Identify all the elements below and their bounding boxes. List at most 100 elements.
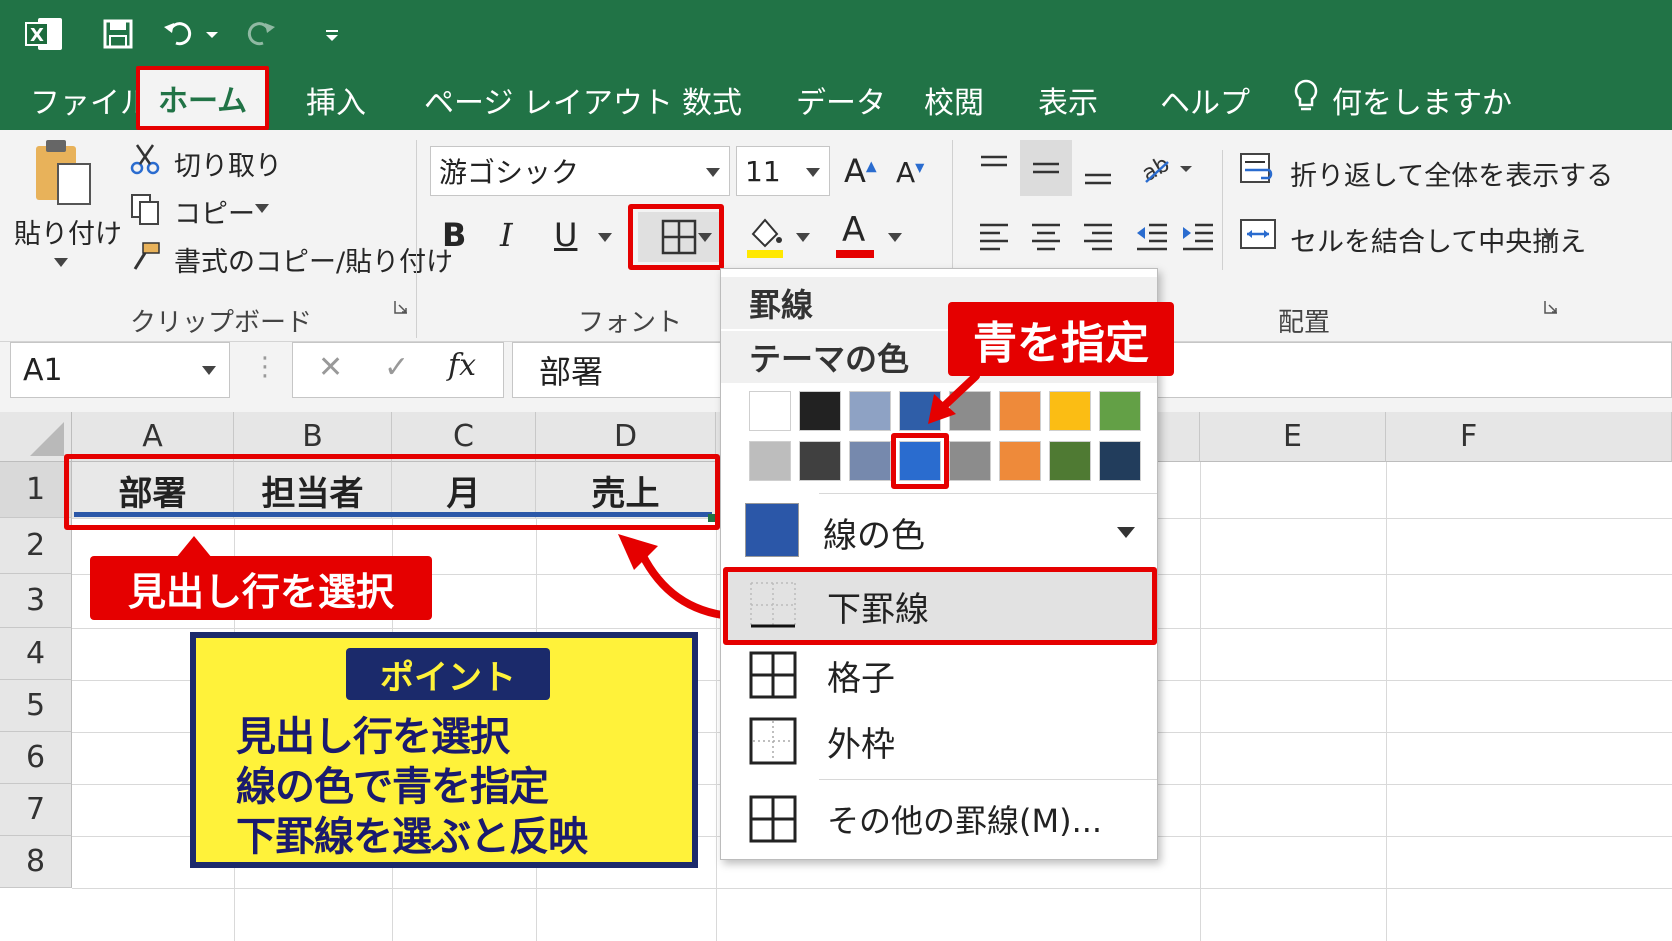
- copy-dropdown-icon[interactable]: [255, 204, 269, 213]
- decrease-indent-icon[interactable]: [1132, 214, 1172, 258]
- row-header-5[interactable]: 5: [0, 680, 72, 732]
- color-swatch[interactable]: [1099, 391, 1141, 431]
- underline-button[interactable]: U: [554, 216, 577, 254]
- scissors-icon: [128, 142, 162, 176]
- undo-icon[interactable]: [160, 14, 220, 54]
- more-borders-icon: [749, 795, 797, 843]
- confirm-entry-button[interactable]: ✓: [384, 350, 409, 385]
- ribbon-separator: [1222, 150, 1223, 270]
- row-header-6[interactable]: 6: [0, 732, 72, 784]
- tab-view[interactable]: 表示: [1038, 74, 1098, 126]
- paste-dropdown-icon[interactable]: [54, 258, 68, 267]
- copy-button[interactable]: コピー: [174, 192, 255, 231]
- menu-divider: [819, 779, 1157, 780]
- bold-button[interactable]: B: [442, 216, 466, 254]
- row-header-7[interactable]: 7: [0, 784, 72, 836]
- wrap-text-icon: [1238, 150, 1278, 190]
- grow-font-button[interactable]: A▲: [844, 152, 877, 190]
- italic-button[interactable]: I: [500, 216, 513, 254]
- align-left-icon[interactable]: [974, 214, 1014, 258]
- ribbon-separator: [416, 140, 417, 338]
- outside-borders-item[interactable]: 外枠: [721, 709, 1157, 773]
- cancel-entry-button[interactable]: ✕: [318, 350, 343, 385]
- color-swatch[interactable]: [799, 441, 841, 481]
- line-color-submenu-icon: [1117, 527, 1135, 538]
- shrink-font-button[interactable]: A▼: [896, 156, 924, 189]
- cut-button[interactable]: 切り取り: [174, 144, 282, 183]
- orientation-icon[interactable]: ab: [1136, 146, 1196, 190]
- copy-icon: [128, 192, 162, 226]
- tab-review[interactable]: 校閲: [924, 74, 984, 126]
- svg-text:ab: ab: [1138, 152, 1174, 187]
- customize-qat-icon[interactable]: [318, 14, 346, 54]
- color-swatch[interactable]: [1049, 391, 1091, 431]
- line-color-item[interactable]: 線の色: [721, 499, 1157, 565]
- tab-home[interactable]: ホーム: [136, 66, 270, 130]
- color-swatch[interactable]: [999, 441, 1041, 481]
- selected-swatch-highlight: [891, 433, 949, 489]
- alignment-launcher-icon[interactable]: [1542, 298, 1560, 316]
- font-color-dropdown-icon[interactable]: [888, 233, 902, 242]
- select-all-corner[interactable]: [0, 412, 72, 462]
- font-color-button[interactable]: A: [842, 210, 865, 250]
- name-box-dropdown-icon[interactable]: [202, 366, 216, 375]
- column-header-f[interactable]: F: [1386, 412, 1672, 462]
- tell-me-search[interactable]: 何をしますか: [1292, 74, 1512, 126]
- row-header-2[interactable]: 2: [0, 518, 72, 574]
- point-title: ポイント: [346, 648, 550, 700]
- column-header-e[interactable]: E: [1200, 412, 1386, 462]
- tab-formulas[interactable]: 数式: [682, 74, 742, 126]
- fill-color-icon[interactable]: [744, 214, 786, 260]
- line-color-preview: [745, 503, 799, 557]
- row-header-3[interactable]: 3: [0, 574, 72, 628]
- align-middle-icon[interactable]: [1020, 140, 1072, 196]
- color-swatch[interactable]: [1099, 441, 1141, 481]
- all-borders-icon: [749, 651, 797, 699]
- align-bottom-icon[interactable]: [1076, 150, 1120, 194]
- tab-help[interactable]: ヘルプ: [1160, 74, 1250, 126]
- increase-indent-icon[interactable]: [1178, 214, 1218, 258]
- wrap-text-button[interactable]: 折り返して全体を表示する: [1290, 154, 1613, 193]
- color-swatch[interactable]: [849, 391, 891, 431]
- clipboard-launcher-icon[interactable]: [392, 298, 410, 316]
- all-borders-item[interactable]: 格子: [721, 643, 1157, 707]
- row-header-1[interactable]: 1: [0, 462, 72, 518]
- align-top-icon[interactable]: [972, 146, 1016, 190]
- color-swatch[interactable]: [749, 391, 791, 431]
- insert-function-button[interactable]: fx: [448, 348, 476, 383]
- font-size-dropdown-icon[interactable]: [806, 168, 820, 177]
- tab-file[interactable]: ファイル: [30, 74, 150, 126]
- curved-arrow-icon: [618, 534, 734, 620]
- merge-dropdown-icon[interactable]: [1542, 233, 1556, 242]
- paste-button[interactable]: 貼り付け: [14, 212, 122, 251]
- color-swatch[interactable]: [799, 391, 841, 431]
- bottom-border-highlight: [723, 567, 1157, 645]
- font-name-combo[interactable]: 游ゴシック: [430, 146, 730, 196]
- format-painter-icon: [128, 240, 162, 274]
- lightbulb-icon: [1292, 78, 1332, 122]
- align-center-icon[interactable]: [1026, 214, 1066, 258]
- font-name-dropdown-icon[interactable]: [706, 168, 720, 177]
- save-icon[interactable]: [98, 14, 138, 54]
- color-swatch[interactable]: [1049, 441, 1091, 481]
- tab-insert[interactable]: 挿入: [306, 74, 366, 126]
- color-swatch[interactable]: [949, 441, 991, 481]
- tab-data[interactable]: データ: [796, 74, 886, 126]
- align-right-icon[interactable]: [1078, 214, 1118, 258]
- grid-line: [72, 888, 1672, 889]
- color-swatch[interactable]: [999, 391, 1041, 431]
- fill-color-dropdown-icon[interactable]: [796, 233, 810, 242]
- row-header-4[interactable]: 4: [0, 628, 72, 680]
- excel-logo-icon: X: [22, 14, 66, 54]
- row-header-8[interactable]: 8: [0, 836, 72, 888]
- more-borders-item[interactable]: その他の罫線(M)...: [721, 787, 1157, 851]
- blue-callout: 青を指定: [948, 302, 1174, 376]
- name-box[interactable]: A1: [10, 342, 230, 398]
- color-swatch[interactable]: [849, 441, 891, 481]
- color-swatch[interactable]: [749, 441, 791, 481]
- tab-page-layout[interactable]: ページ レイアウト: [424, 74, 673, 126]
- paste-icon[interactable]: [30, 138, 96, 208]
- redo-icon[interactable]: [244, 14, 280, 54]
- format-painter-button[interactable]: 書式のコピー/貼り付け: [174, 240, 453, 279]
- underline-dropdown-icon[interactable]: [598, 233, 612, 242]
